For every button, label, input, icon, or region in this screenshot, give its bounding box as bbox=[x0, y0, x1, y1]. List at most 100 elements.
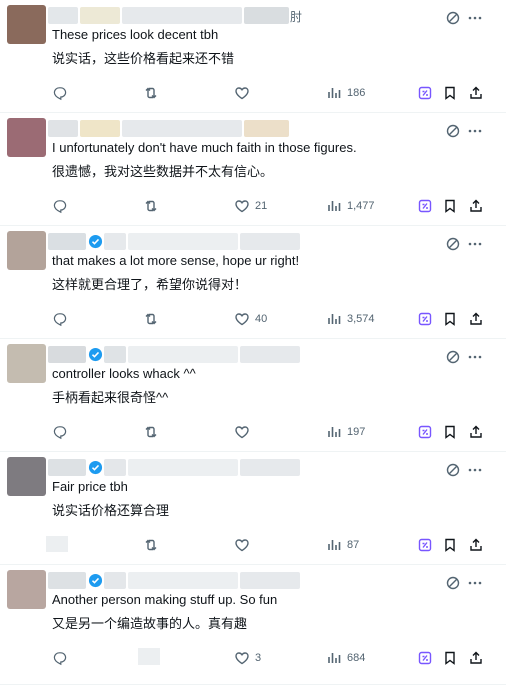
repost-icon bbox=[145, 426, 157, 438]
avatar[interactable] bbox=[7, 344, 46, 383]
heart-icon bbox=[235, 539, 249, 552]
author-name-blurred[interactable] bbox=[48, 233, 300, 251]
views-icon bbox=[328, 201, 341, 211]
repost-button[interactable] bbox=[143, 85, 159, 101]
bookmark-icon[interactable] bbox=[442, 311, 458, 327]
more-dots-icon[interactable] bbox=[467, 10, 483, 26]
reply-icon bbox=[53, 87, 67, 101]
bookmark-icon[interactable] bbox=[442, 650, 458, 666]
reply-post[interactable]: 肘 These prices look decent tbh 说实话，这些价格看起来… bbox=[0, 0, 506, 113]
bookmark-icon[interactable] bbox=[442, 424, 458, 440]
grok-icon[interactable] bbox=[417, 537, 433, 553]
verified-badge-icon bbox=[88, 573, 103, 588]
author-name-blurred[interactable]: 肘 bbox=[48, 7, 302, 25]
repost-icon bbox=[145, 200, 157, 212]
reply-button[interactable] bbox=[52, 198, 68, 214]
heart-icon bbox=[235, 87, 249, 100]
share-icon[interactable] bbox=[468, 85, 484, 101]
reply-button[interactable] bbox=[52, 424, 68, 440]
bookmark-icon[interactable] bbox=[442, 85, 458, 101]
like-button[interactable]: 40 bbox=[234, 311, 267, 327]
share-icon[interactable] bbox=[468, 198, 484, 214]
views-button[interactable]: 186 bbox=[326, 85, 365, 101]
like-count: 21 bbox=[255, 200, 268, 212]
repost-button[interactable] bbox=[143, 424, 159, 440]
heart-icon bbox=[235, 200, 249, 213]
share-icon[interactable] bbox=[468, 537, 484, 553]
action-bar: 186 bbox=[0, 83, 506, 103]
reply-icon bbox=[53, 200, 67, 214]
grok-icon[interactable] bbox=[417, 198, 433, 214]
repost-button-blurred[interactable] bbox=[138, 648, 160, 665]
reply-post[interactable]: controller looks whack ^^ 手柄看起来很奇怪^^ 197 bbox=[0, 339, 506, 452]
blurred-name-segment bbox=[80, 7, 120, 24]
verified-badge-icon bbox=[88, 347, 103, 362]
views-button[interactable]: 3,574 bbox=[326, 311, 375, 327]
author-name-blurred[interactable] bbox=[48, 120, 293, 138]
reply-icon bbox=[53, 652, 67, 666]
share-icon[interactable] bbox=[468, 650, 484, 666]
reply-post[interactable]: I unfortunately don't have much faith in… bbox=[0, 113, 506, 226]
more-dots-icon[interactable] bbox=[467, 349, 483, 365]
post-translation: 说实话，这些价格看起来还不错 bbox=[52, 51, 235, 66]
like-button[interactable] bbox=[234, 537, 250, 553]
avatar[interactable] bbox=[7, 457, 46, 496]
author-name-blurred[interactable] bbox=[48, 459, 300, 477]
avatar[interactable] bbox=[7, 570, 46, 609]
reply-post[interactable]: Another person making stuff up. So fun 又是… bbox=[0, 565, 506, 685]
view-count: 87 bbox=[347, 539, 360, 551]
views-button[interactable]: 684 bbox=[326, 650, 365, 666]
reply-button[interactable] bbox=[52, 650, 68, 666]
author-name-blurred[interactable] bbox=[48, 572, 300, 590]
blurred-name-segment bbox=[128, 346, 238, 363]
grok-explain-icon[interactable] bbox=[445, 462, 461, 478]
more-dots-icon[interactable] bbox=[467, 575, 483, 591]
views-button[interactable]: 87 bbox=[326, 537, 359, 553]
bookmark-icon[interactable] bbox=[442, 537, 458, 553]
grok-icon[interactable] bbox=[417, 85, 433, 101]
grok-explain-icon[interactable] bbox=[445, 10, 461, 26]
repost-button[interactable] bbox=[143, 311, 159, 327]
more-dots-icon[interactable] bbox=[467, 462, 483, 478]
bookmark-icon[interactable] bbox=[442, 198, 458, 214]
repost-button[interactable] bbox=[143, 198, 159, 214]
views-button[interactable]: 197 bbox=[326, 424, 365, 440]
blurred-name-segment bbox=[128, 459, 238, 476]
avatar[interactable] bbox=[7, 5, 46, 44]
share-icon[interactable] bbox=[468, 424, 484, 440]
share-icon[interactable] bbox=[468, 311, 484, 327]
grok-icon[interactable] bbox=[417, 311, 433, 327]
post-text: controller looks whack ^^ bbox=[52, 366, 196, 381]
grok-explain-icon[interactable] bbox=[445, 123, 461, 139]
like-button[interactable]: 21 bbox=[234, 198, 267, 214]
reply-button-blurred[interactable] bbox=[46, 536, 68, 552]
like-button[interactable] bbox=[234, 424, 250, 440]
repost-icon bbox=[145, 87, 157, 99]
reply-button[interactable] bbox=[52, 311, 68, 327]
reply-post[interactable]: that makes a lot more sense, hope ur rig… bbox=[0, 226, 506, 339]
views-button[interactable]: 1,477 bbox=[326, 198, 375, 214]
blurred-name-segment bbox=[48, 572, 86, 589]
avatar[interactable] bbox=[7, 118, 46, 157]
more-dots-icon[interactable] bbox=[467, 236, 483, 252]
grok-explain-icon[interactable] bbox=[445, 236, 461, 252]
more-dots-icon[interactable] bbox=[467, 123, 483, 139]
view-count: 3,574 bbox=[347, 313, 375, 325]
action-bar: 21 1,477 bbox=[0, 196, 506, 216]
grok-explain-icon[interactable] bbox=[445, 349, 461, 365]
view-count: 197 bbox=[347, 426, 366, 438]
like-button[interactable]: 3 bbox=[234, 650, 261, 666]
reply-post[interactable]: Fair price tbh 说实话价格还算合理 87 bbox=[0, 452, 506, 565]
action-bar: 40 3,574 bbox=[0, 309, 506, 329]
blurred-name-segment bbox=[244, 7, 289, 24]
author-name-blurred[interactable] bbox=[48, 346, 300, 364]
grok-icon[interactable] bbox=[417, 424, 433, 440]
reply-button[interactable] bbox=[52, 85, 68, 101]
grok-explain-icon[interactable] bbox=[445, 575, 461, 591]
repost-button[interactable] bbox=[143, 537, 159, 553]
verified-badge-icon bbox=[88, 234, 103, 249]
post-text: that makes a lot more sense, hope ur rig… bbox=[52, 253, 300, 268]
avatar[interactable] bbox=[7, 231, 46, 270]
grok-icon[interactable] bbox=[417, 650, 433, 666]
like-button[interactable] bbox=[234, 85, 250, 101]
